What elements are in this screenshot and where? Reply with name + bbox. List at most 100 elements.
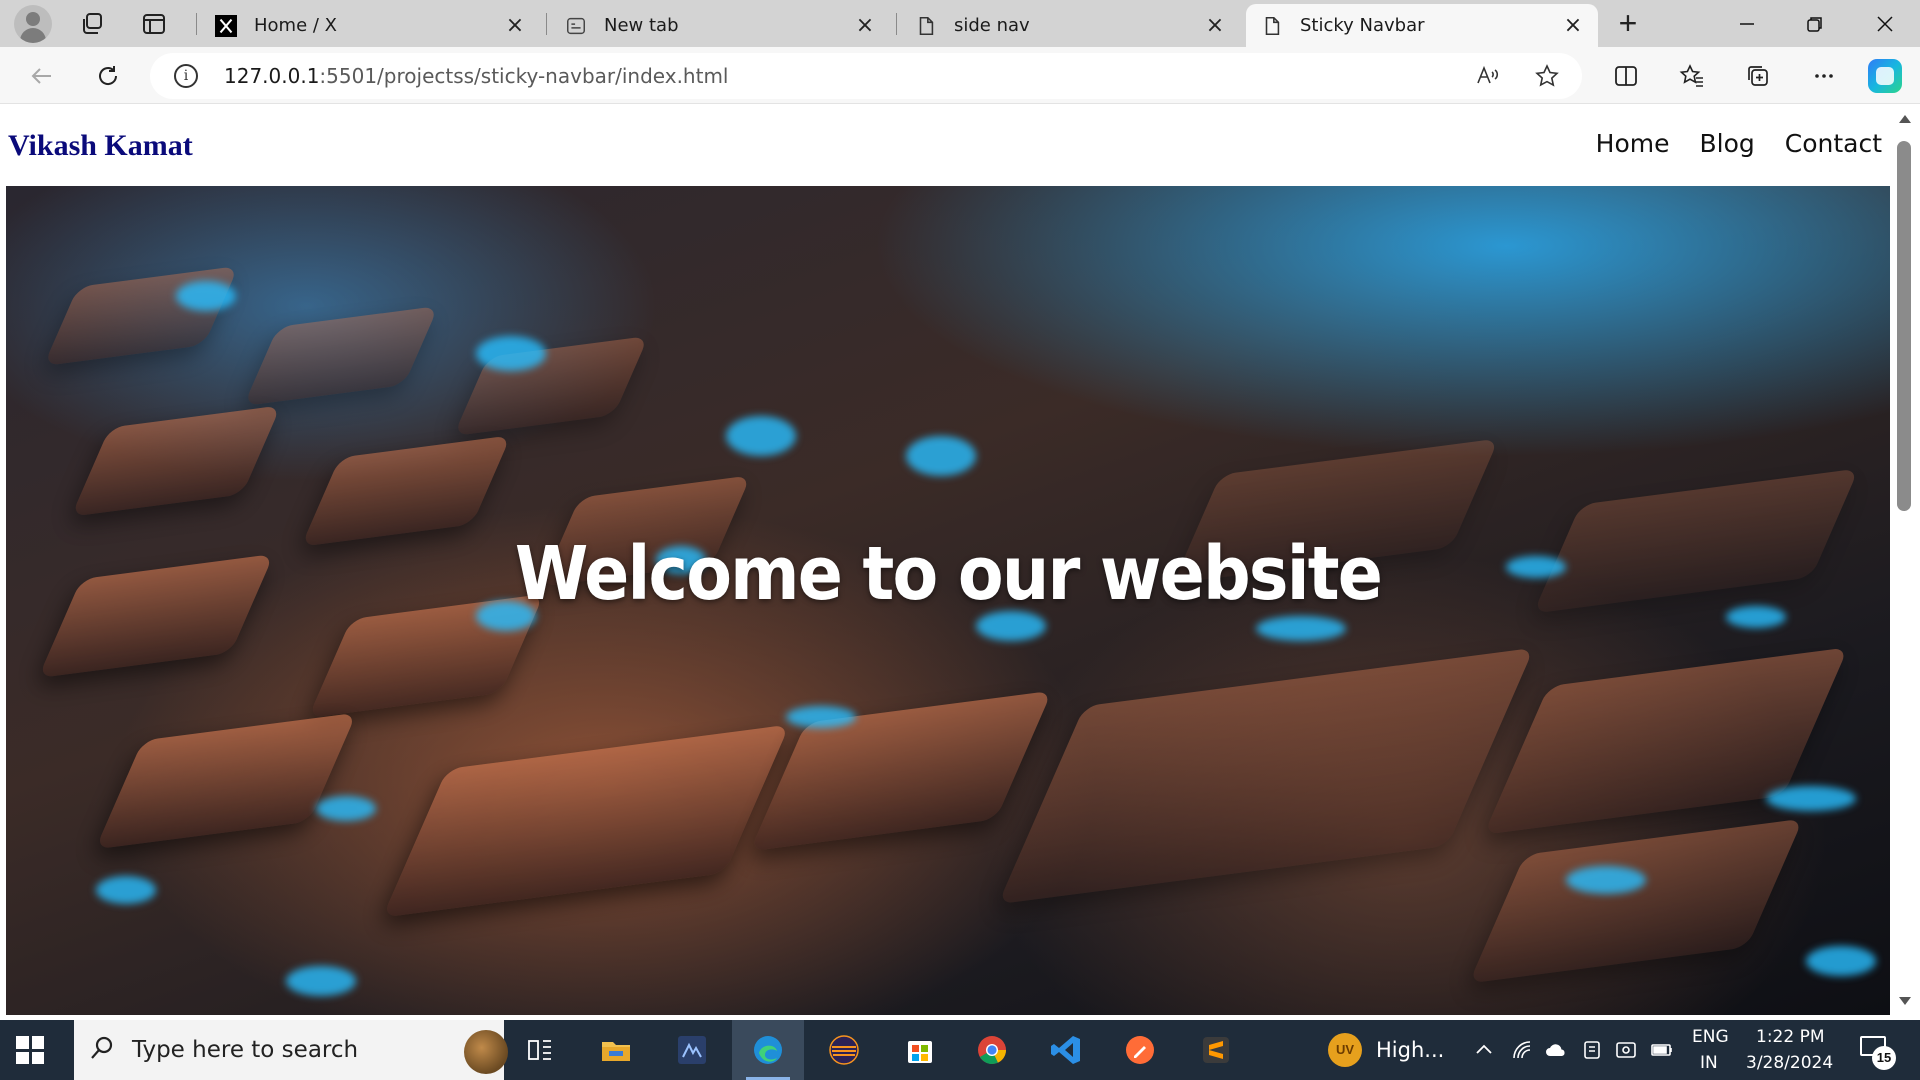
scroll-down-arrow-icon[interactable]: [1899, 997, 1911, 1005]
search-placeholder: Type here to search: [132, 1037, 359, 1063]
microsoft-store-icon[interactable]: [884, 1020, 956, 1080]
key-glow: [176, 281, 236, 311]
favorite-star-icon[interactable]: [1534, 63, 1560, 89]
tab-title: New tab: [604, 15, 679, 36]
keyboard-key: [997, 647, 1535, 905]
wifi-icon[interactable]: [1510, 1038, 1534, 1062]
file-explorer-icon[interactable]: [580, 1020, 652, 1080]
chrome-icon[interactable]: [956, 1020, 1028, 1080]
tab-side-nav[interactable]: side nav ×: [900, 4, 1240, 47]
keyboard-key: [1468, 818, 1804, 984]
notification-center-icon[interactable]: 15: [1860, 1036, 1896, 1070]
key-glow: [1806, 946, 1876, 976]
key-glow: [96, 876, 156, 904]
language-indicator[interactable]: ENG: [1692, 1027, 1729, 1047]
key-glow: [906, 436, 976, 476]
sticky-navbar: Vikash Kamat Home Blog Contact: [6, 105, 1890, 185]
document-icon: [914, 14, 938, 38]
url-path: :5501/projectss/sticky-navbar/index.html: [319, 64, 729, 88]
key-glow: [1566, 866, 1646, 894]
eclipse-icon[interactable]: [808, 1020, 880, 1080]
site-info-icon[interactable]: i: [174, 64, 198, 88]
keyboard-key: [95, 712, 357, 850]
x-logo-icon: [214, 14, 238, 38]
new-tab-page-icon: [564, 14, 588, 38]
keyboard-key: [382, 724, 790, 918]
tab-separator: [196, 13, 197, 35]
nav-links: Home Blog Contact: [1596, 129, 1882, 158]
key-glow: [1766, 786, 1856, 811]
region-indicator[interactable]: IN: [1700, 1053, 1718, 1073]
app-icon[interactable]: [656, 1020, 728, 1080]
minimize-button[interactable]: [1714, 0, 1780, 47]
keyboard-key: [300, 435, 512, 547]
close-window-button[interactable]: [1852, 0, 1918, 47]
device-icon[interactable]: [1580, 1038, 1604, 1062]
close-tab-icon[interactable]: ×: [854, 13, 876, 38]
back-arrow-icon[interactable]: [26, 60, 58, 92]
refresh-icon[interactable]: [92, 60, 124, 92]
tab-title: Home / X: [254, 15, 337, 36]
tab-title: Sticky Navbar: [1300, 15, 1425, 36]
scroll-up-arrow-icon[interactable]: [1899, 115, 1911, 123]
hero-keyboard-image: Welcome to our website: [6, 186, 1890, 1015]
tab-home-x[interactable]: Home / X ×: [200, 4, 540, 47]
site-brand[interactable]: Vikash Kamat: [8, 129, 193, 163]
keyboard-key: [70, 405, 282, 517]
nav-link-home[interactable]: Home: [1596, 129, 1670, 158]
url-text[interactable]: 127.0.0.1:5501/projectss/sticky-navbar/i…: [224, 64, 728, 88]
tab-title: side nav: [954, 15, 1030, 36]
postman-icon[interactable]: [1104, 1020, 1176, 1080]
clock-time[interactable]: 1:22 PM: [1756, 1027, 1825, 1047]
new-tab-button[interactable]: +: [1612, 7, 1644, 40]
onedrive-cloud-icon[interactable]: [1544, 1038, 1568, 1062]
windows-taskbar: Type here to search UV High... ENG IN 1:…: [0, 1020, 1920, 1080]
tab-sticky-navbar[interactable]: Sticky Navbar ×: [1246, 4, 1598, 47]
address-bar[interactable]: i 127.0.0.1:5501/projectss/sticky-navbar…: [150, 53, 1582, 99]
nav-link-contact[interactable]: Contact: [1785, 129, 1882, 158]
profile-avatar-icon[interactable]: [14, 5, 52, 43]
browser-toolbar: i 127.0.0.1:5501/projectss/sticky-navbar…: [0, 47, 1920, 104]
workspaces-icon[interactable]: [78, 10, 106, 38]
document-icon: [1260, 14, 1284, 38]
more-options-icon[interactable]: [1808, 60, 1840, 92]
browser-tab-strip: Home / X × New tab × side nav × Sticky N…: [0, 0, 1920, 47]
keyboard-key: [243, 305, 439, 407]
tab-separator: [546, 13, 547, 35]
task-view-icon[interactable]: [504, 1020, 576, 1080]
page-scrollbar[interactable]: [1890, 105, 1920, 1015]
vscode-icon[interactable]: [1030, 1020, 1102, 1080]
windows-start-icon[interactable]: [16, 1036, 44, 1064]
weather-uv-icon[interactable]: UV: [1328, 1033, 1362, 1067]
copilot-icon[interactable]: [1868, 59, 1902, 93]
show-hidden-icons-chevron-icon[interactable]: [1472, 1038, 1496, 1062]
url-host: 127.0.0.1: [224, 64, 320, 88]
sublime-text-icon[interactable]: [1180, 1020, 1252, 1080]
restore-button[interactable]: [1782, 0, 1848, 47]
favorites-icon[interactable]: [1676, 60, 1708, 92]
close-tab-icon[interactable]: ×: [1204, 13, 1226, 38]
search-highlight-image: [464, 1030, 508, 1074]
scrollbar-thumb[interactable]: [1897, 141, 1911, 511]
close-tab-icon[interactable]: ×: [1562, 13, 1584, 38]
tab-separator: [896, 13, 897, 35]
read-aloud-icon[interactable]: [1474, 63, 1500, 89]
split-screen-icon[interactable]: [1610, 60, 1642, 92]
key-glow: [476, 336, 546, 371]
key-glow: [286, 966, 356, 996]
meet-now-icon[interactable]: [1614, 1038, 1638, 1062]
collections-icon[interactable]: [1742, 60, 1774, 92]
taskbar-search-box[interactable]: Type here to search: [74, 1020, 508, 1080]
battery-icon[interactable]: [1650, 1038, 1674, 1062]
weather-text[interactable]: High...: [1376, 1038, 1444, 1062]
tab-new-tab[interactable]: New tab ×: [550, 4, 890, 47]
tab-actions-icon[interactable]: [140, 10, 168, 38]
edge-icon[interactable]: [732, 1020, 804, 1080]
key-glow: [1256, 616, 1346, 641]
key-glow: [316, 796, 376, 821]
notification-count-badge: 15: [1872, 1046, 1896, 1070]
page-viewport: Vikash Kamat Home Blog Contact Welcome t…: [6, 105, 1890, 1015]
close-tab-icon[interactable]: ×: [504, 13, 526, 38]
clock-date[interactable]: 3/28/2024: [1746, 1053, 1833, 1073]
nav-link-blog[interactable]: Blog: [1699, 129, 1754, 158]
